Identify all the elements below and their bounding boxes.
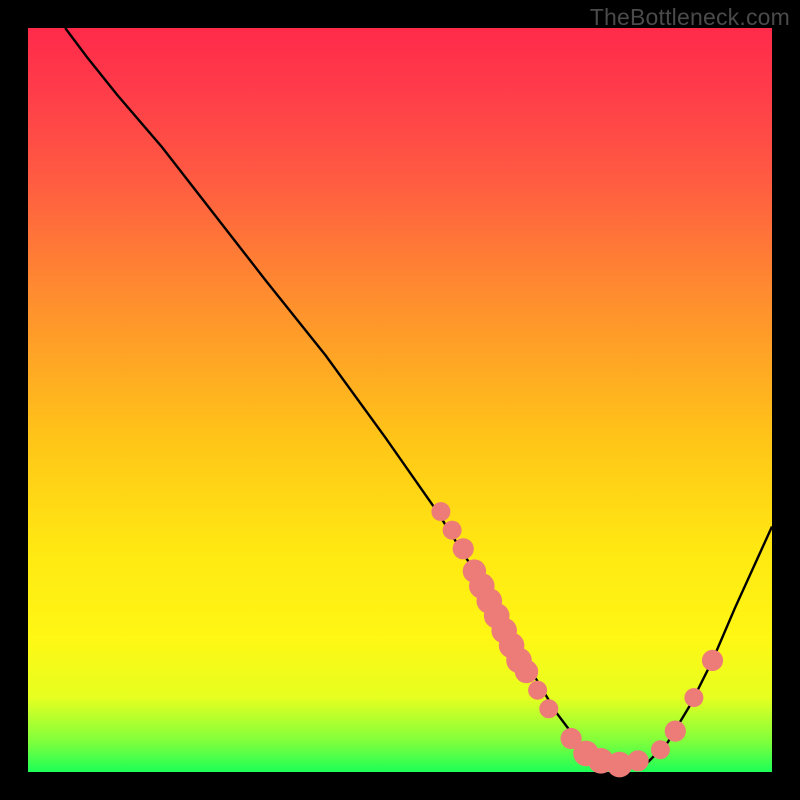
data-point <box>453 538 474 559</box>
chart-frame: TheBottleneck.com <box>0 0 800 800</box>
data-point <box>539 699 558 718</box>
data-point <box>443 521 462 540</box>
watermark-text: TheBottleneck.com <box>590 4 790 31</box>
chart-overlay <box>28 28 772 772</box>
curve-line <box>65 28 772 765</box>
data-point <box>651 740 670 759</box>
data-point <box>515 660 538 683</box>
data-point <box>702 650 723 671</box>
data-point <box>665 721 686 742</box>
data-point <box>684 688 703 707</box>
curve-markers <box>431 502 723 777</box>
data-point <box>628 750 649 771</box>
data-point <box>431 502 450 521</box>
data-point <box>528 681 547 700</box>
